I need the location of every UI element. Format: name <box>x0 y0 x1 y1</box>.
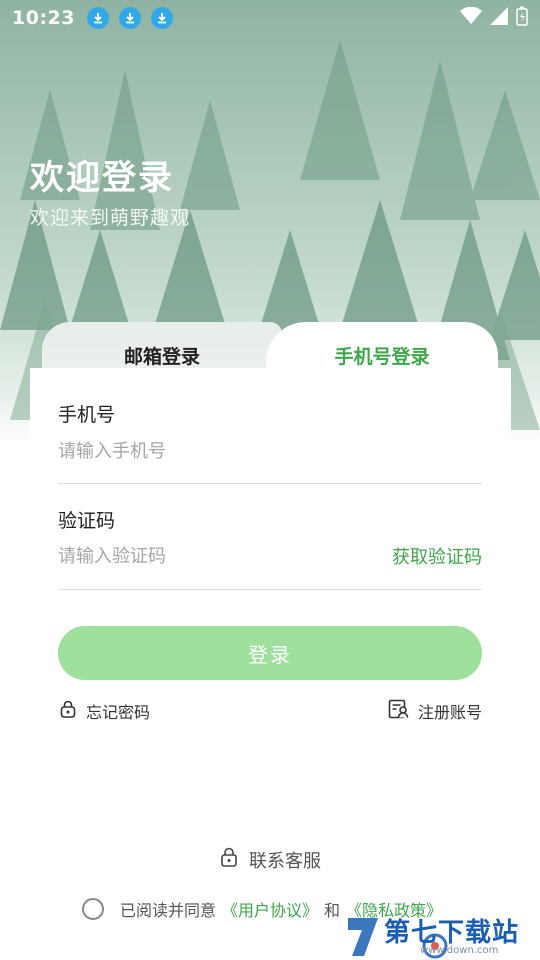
divider <box>58 589 482 590</box>
agree-prefix: 已阅读并同意 <box>120 901 217 920</box>
watermark-text: 第七下载站 <box>384 918 520 948</box>
wifi-icon <box>460 6 482 29</box>
download-notification-icon <box>118 7 141 29</box>
divider <box>58 483 482 484</box>
login-button[interactable]: 登录 <box>58 626 482 680</box>
page-subtitle: 欢迎来到萌野趣观 <box>30 207 191 229</box>
tab-label: 邮箱登录 <box>123 346 200 368</box>
lock-icon <box>219 846 239 873</box>
page-title: 欢迎登录 <box>30 158 174 198</box>
verification-code-input[interactable] <box>58 541 338 571</box>
watermark-url: www.down.com <box>420 945 499 956</box>
register-label: 注册账号 <box>417 703 482 722</box>
contact-service-link[interactable]: 联系客服 <box>0 846 540 873</box>
agree-and: 和 <box>324 901 341 920</box>
contact-service-label: 联系客服 <box>249 850 321 872</box>
signal-icon <box>490 7 508 29</box>
user-agreement-link[interactable]: 《用户协议》 <box>222 897 318 921</box>
code-label: 验证码 <box>58 510 116 532</box>
battery-icon <box>516 6 528 30</box>
phone-label: 手机号 <box>58 404 116 426</box>
status-bar: 10:23 <box>0 0 540 36</box>
forgot-password-label: 忘记密码 <box>86 703 151 722</box>
lock-icon <box>58 699 78 723</box>
user-card-icon <box>388 699 410 723</box>
download-notification-icon <box>86 7 109 29</box>
get-code-button[interactable]: 获取验证码 <box>392 543 482 569</box>
download-notification-icon <box>150 7 173 29</box>
phone-input[interactable] <box>58 436 358 466</box>
agreement-checkbox[interactable] <box>82 898 104 920</box>
tab-label: 手机号登录 <box>334 346 430 368</box>
status-time: 10:23 <box>12 7 75 29</box>
register-link[interactable]: 注册账号 <box>388 699 482 723</box>
forgot-password-link[interactable]: 忘记密码 <box>58 699 150 723</box>
tab-phone-login[interactable]: 手机号登录 <box>266 322 498 382</box>
